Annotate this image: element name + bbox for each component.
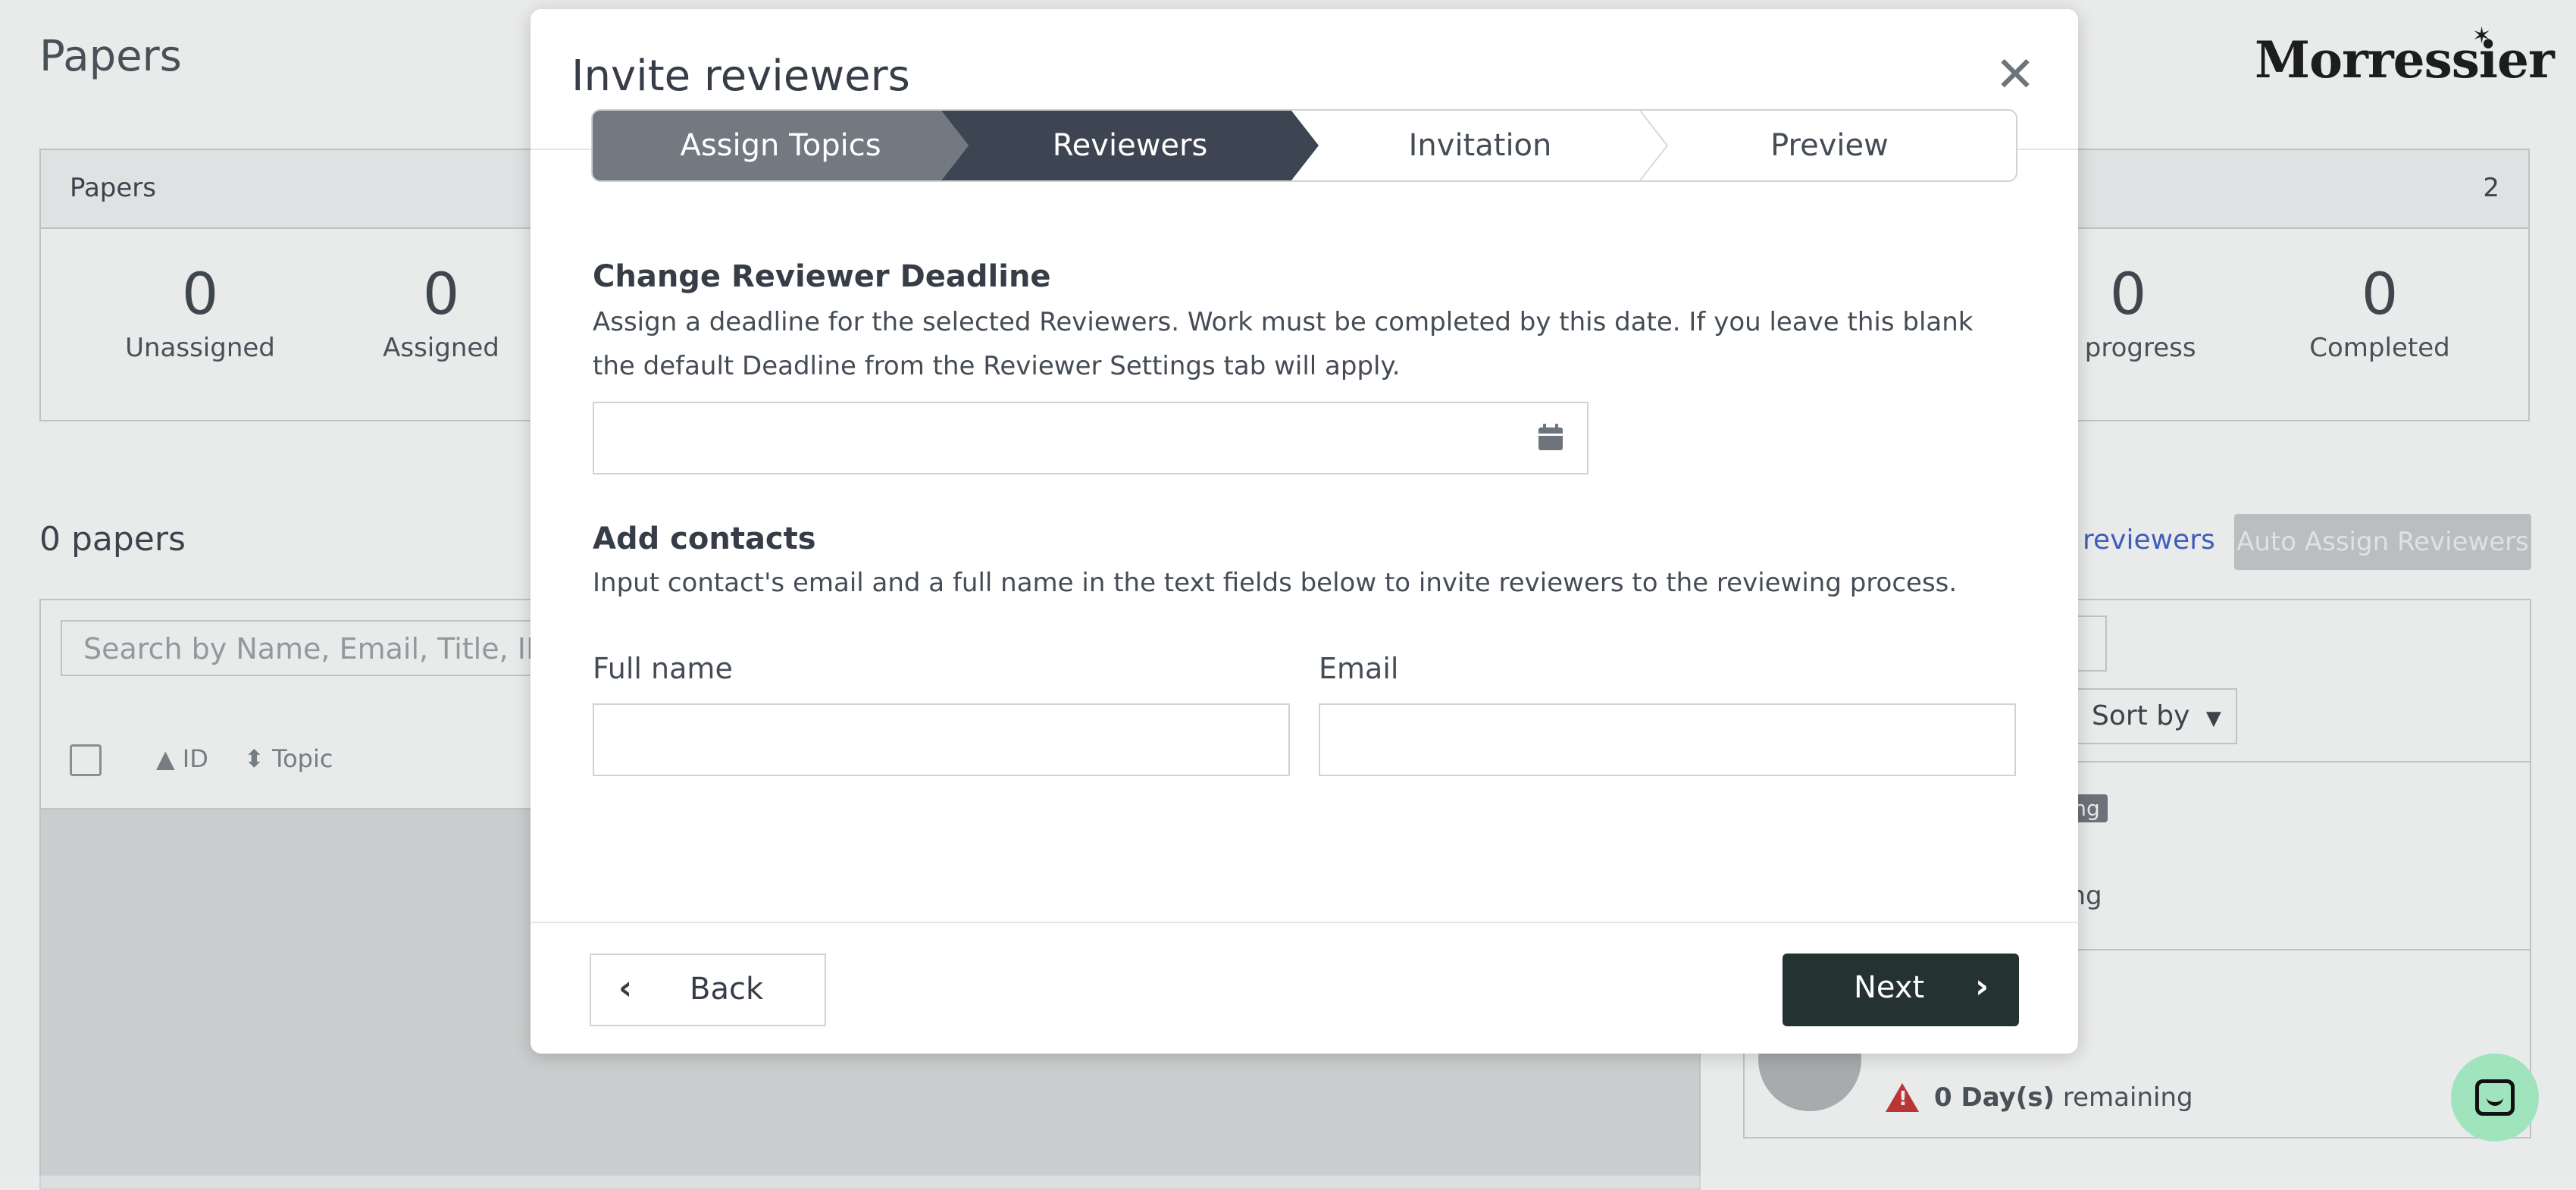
step-label: Assign Topics xyxy=(680,128,881,163)
step-label: Invitation xyxy=(1408,128,1552,163)
step-invitation[interactable]: Invitation xyxy=(1291,111,1669,180)
full-name-label: Full name xyxy=(593,652,733,685)
invite-reviewers-modal: Invite reviewers ✕ Assign Topics Reviewe… xyxy=(531,9,2078,1054)
contacts-section-description: Input contact's email and a full name in… xyxy=(593,568,1958,598)
back-button-label: Back xyxy=(690,972,764,1007)
modal-footer-divider xyxy=(531,922,2078,923)
deadline-section-description: Assign a deadline for the selected Revie… xyxy=(593,307,1973,381)
modal-title: Invite reviewers xyxy=(571,52,910,101)
back-button[interactable]: ‹ Back xyxy=(590,954,826,1026)
step-reviewers[interactable]: Reviewers xyxy=(941,111,1319,180)
step-label: Reviewers xyxy=(1052,128,1208,163)
close-icon[interactable]: ✕ xyxy=(1993,51,2037,99)
step-label: Preview xyxy=(1770,128,1889,163)
chevron-right-icon: › xyxy=(1975,967,1989,1006)
deadline-date-input[interactable] xyxy=(593,402,1588,474)
chevron-left-icon: ‹ xyxy=(618,969,633,1007)
wizard-stepper: Assign Topics Reviewers Invitation Previ… xyxy=(591,109,2017,182)
contacts-section-title: Add contacts xyxy=(593,521,816,556)
next-button[interactable]: Next › xyxy=(1783,954,2019,1026)
full-name-input[interactable] xyxy=(593,703,1290,776)
deadline-section-title: Change Reviewer Deadline xyxy=(593,259,1051,294)
email-input[interactable] xyxy=(1319,703,2016,776)
step-assign-topics[interactable]: Assign Topics xyxy=(593,111,969,180)
calendar-icon[interactable] xyxy=(1537,423,1564,452)
chat-launcher-button[interactable] xyxy=(2451,1054,2539,1141)
step-preview[interactable]: Preview xyxy=(1640,111,2016,180)
next-button-label: Next xyxy=(1854,970,1925,1005)
chat-icon xyxy=(2475,1079,2515,1116)
email-label: Email xyxy=(1319,652,1399,685)
